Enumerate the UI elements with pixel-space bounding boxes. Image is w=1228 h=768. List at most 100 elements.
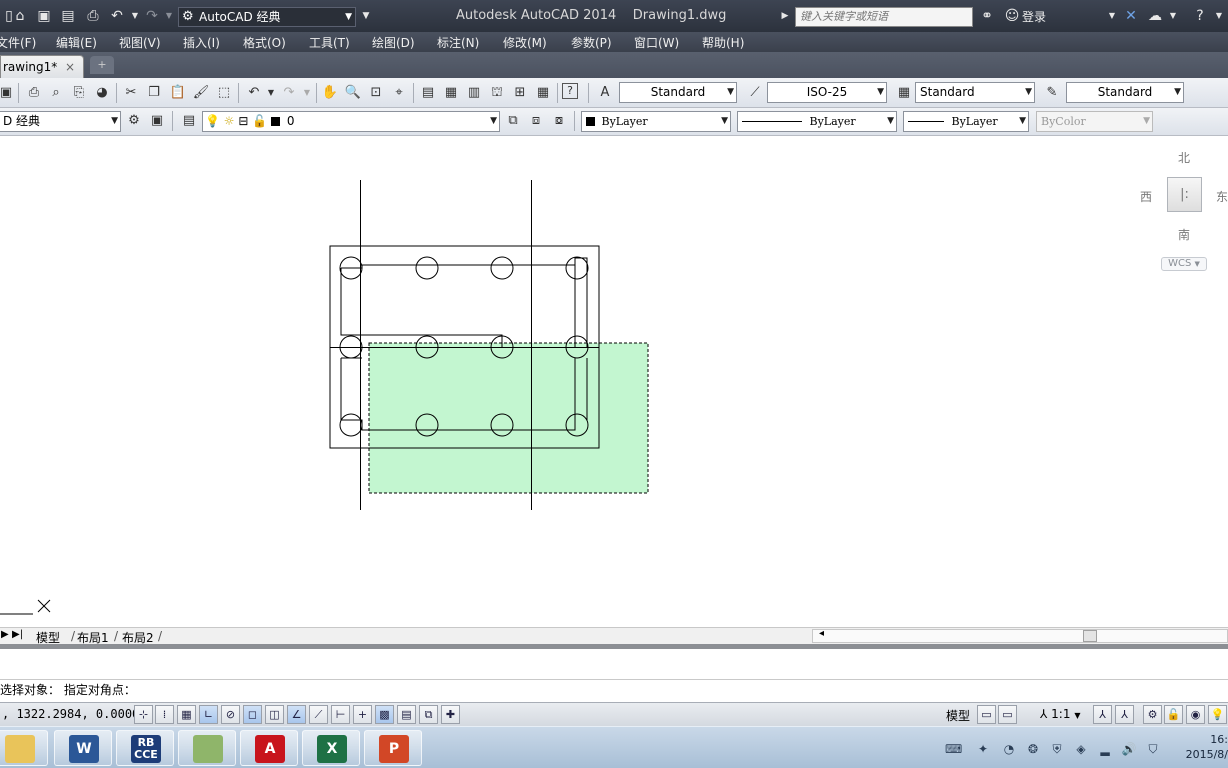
selection-cycling-icon[interactable]: ⧉ [419, 705, 438, 724]
grid-display-icon[interactable]: ▦ [177, 705, 196, 724]
taskbar-powerpoint[interactable]: P [364, 730, 422, 766]
match-properties-icon[interactable]: 🖌 [191, 83, 211, 103]
tab-drawing1[interactable]: rawing1* × [0, 55, 84, 78]
quickcalc-icon[interactable]: ▦ [533, 83, 553, 103]
menu-insert[interactable]: 插入(I) [183, 34, 220, 51]
open-icon[interactable]: ⌂ [11, 7, 29, 25]
cut-icon[interactable]: ✂ [121, 83, 141, 103]
bluetooth-icon[interactable]: ✦ [975, 741, 991, 757]
viewcube-north[interactable]: 北 [1178, 149, 1190, 166]
menu-modify[interactable]: 修改(M) [503, 34, 547, 51]
scroll-left-icon[interactable]: ◂ [819, 628, 824, 639]
layout-nav-next-icon[interactable]: ▶ [1, 629, 9, 640]
keyboard-icon[interactable]: ⌨ [945, 741, 962, 757]
command-line[interactable]: 选择对象： 指定对角点： [0, 679, 1228, 701]
transparency-icon[interactable]: ▩ [375, 705, 394, 724]
quick-view-layouts-icon[interactable]: ▭ [977, 705, 996, 724]
3d-dwf-icon[interactable]: ◕ [92, 83, 112, 103]
tray-app-icon[interactable]: ◔ [1001, 741, 1017, 757]
infer-constraints-icon[interactable]: ⊹ [134, 705, 153, 724]
coordinate-display[interactable]: , 1322.2984, 0.0000 [2, 707, 139, 721]
taskbar-rbcce[interactable]: RB CCE [116, 730, 174, 766]
menu-help[interactable]: 帮助(H) [702, 34, 744, 51]
table-style-icon[interactable]: ▦ [894, 83, 914, 103]
wcs-menu[interactable]: WCS ▼ [1161, 257, 1207, 271]
block-editor-icon[interactable]: ⬚ [214, 83, 234, 103]
layer-select[interactable]: 💡 ☼ ⊟ 🔓 0 ▼ [202, 111, 500, 132]
dynamic-ucs-icon[interactable]: ⟋ [309, 705, 328, 724]
plot-preview-icon[interactable]: ⌕ [46, 83, 66, 103]
menu-parametric[interactable]: 参数(P) [571, 34, 612, 51]
dimension-style-icon[interactable]: ⟋ [745, 83, 765, 103]
redo-icon[interactable]: ↷ [279, 83, 299, 103]
viewcube-west[interactable]: 西 [1140, 188, 1152, 205]
design-center-icon[interactable]: ▦ [441, 83, 461, 103]
taskbar-explorer[interactable] [0, 730, 48, 766]
help-icon[interactable]: ? [562, 83, 578, 99]
scrollbar-thumb[interactable] [1083, 630, 1097, 642]
multileader-style-select[interactable]: Standard ▼ [1066, 82, 1184, 103]
tray-app-icon[interactable]: ◈ [1073, 741, 1089, 757]
layer-state-icon[interactable]: ⧇ [549, 111, 569, 131]
redo-icon[interactable]: ↷ [143, 7, 161, 25]
menu-file[interactable]: 文件(F) [0, 34, 36, 51]
object-snap-icon[interactable]: ◻ [243, 705, 262, 724]
markup-set-icon[interactable]: ⊞ [510, 83, 530, 103]
a360-dropdown-icon[interactable]: ▼ [1164, 7, 1182, 25]
new-tab-button[interactable]: + [90, 56, 114, 74]
search-input[interactable]: 键入关键字或短语 [795, 7, 973, 27]
help-dropdown-icon[interactable]: ▼ [1210, 7, 1228, 25]
plotstyle-select[interactable]: ByColor ▼ [1036, 111, 1153, 132]
annotation-monitor-icon[interactable]: ✚ [441, 705, 460, 724]
quick-properties-icon[interactable]: ▤ [397, 705, 416, 724]
layout-nav-last-icon[interactable]: ▶| [12, 629, 23, 640]
menu-draw[interactable]: 绘图(D) [372, 34, 415, 51]
volume-icon[interactable]: 🔊 [1121, 741, 1137, 757]
undo-dropdown-icon[interactable]: ▼ [261, 83, 281, 103]
zoom-window-icon[interactable]: ⊡ [366, 83, 386, 103]
zoom-realtime-icon[interactable]: 🔍 [343, 83, 363, 103]
isolate-objects-icon[interactable]: 💡 [1208, 705, 1227, 724]
annotation-scale[interactable]: ⅄ 1:1 ▼ [1040, 707, 1080, 721]
hardware-acceleration-icon[interactable]: ◉ [1186, 705, 1205, 724]
linetype-select[interactable]: ByLayer ▼ [737, 111, 897, 132]
drawing-canvas[interactable]: 北 西 东 南 |: WCS ▼ [0, 137, 1228, 627]
publish-icon[interactable]: ⎘ [69, 83, 89, 103]
quick-view-drawings-icon[interactable]: ▭ [998, 705, 1017, 724]
help-icon[interactable]: ? [1191, 7, 1209, 25]
redo-dropdown-icon[interactable]: ▼ [160, 7, 178, 25]
exchange-icon[interactable]: ✕ [1122, 7, 1140, 25]
make-current-layer-icon[interactable]: ⧉ [503, 111, 523, 131]
save-icon[interactable]: ▣ [0, 83, 16, 103]
text-style-select[interactable]: Standard ▼ [619, 82, 737, 103]
layer-previous-icon[interactable]: ⧈ [526, 111, 546, 131]
object-snap-tracking-icon[interactable]: ∠ [287, 705, 306, 724]
security-icon[interactable]: ⛉ [1145, 741, 1161, 757]
toolbar-lock-icon[interactable]: 🔓 [1164, 705, 1183, 724]
3d-object-snap-icon[interactable]: ◫ [265, 705, 284, 724]
tray-app-icon[interactable]: ❂ [1025, 741, 1041, 757]
auto-scale-icon[interactable]: ⅄ [1115, 705, 1134, 724]
shield-icon[interactable]: ⛨ [1049, 741, 1065, 757]
workspace-combo[interactable]: ⚙ AutoCAD 经典 ▼ [178, 7, 356, 27]
workspace-switching-icon[interactable]: ⚙ [1143, 705, 1162, 724]
save-icon[interactable]: ▣ [35, 7, 53, 25]
taskbar-excel[interactable]: X [302, 730, 360, 766]
close-icon[interactable]: × [65, 56, 75, 78]
menu-window[interactable]: 窗口(W) [634, 34, 679, 51]
user-icon[interactable]: ☺ [1003, 7, 1021, 25]
system-clock[interactable]: 16: 2015/8/ [1180, 732, 1228, 762]
undo-icon[interactable]: ↶ [108, 7, 126, 25]
network-icon[interactable]: ▂ [1097, 741, 1113, 757]
lineweight-icon[interactable]: + [353, 705, 372, 724]
undo-dropdown-icon[interactable]: ▼ [126, 7, 144, 25]
autodesk-360-icon[interactable]: ☁ [1146, 7, 1164, 25]
ortho-mode-icon[interactable]: ∟ [199, 705, 218, 724]
annotation-visibility-icon[interactable]: ⅄ [1093, 705, 1112, 724]
redo-dropdown-icon[interactable]: ▼ [297, 83, 317, 103]
menu-format[interactable]: 格式(O) [243, 34, 286, 51]
taskbar-word[interactable]: W [54, 730, 112, 766]
customize-quick-access-icon[interactable]: ▼ [357, 7, 375, 25]
menu-dimension[interactable]: 标注(N) [437, 34, 479, 51]
tool-palettes-icon[interactable]: ▥ [464, 83, 484, 103]
